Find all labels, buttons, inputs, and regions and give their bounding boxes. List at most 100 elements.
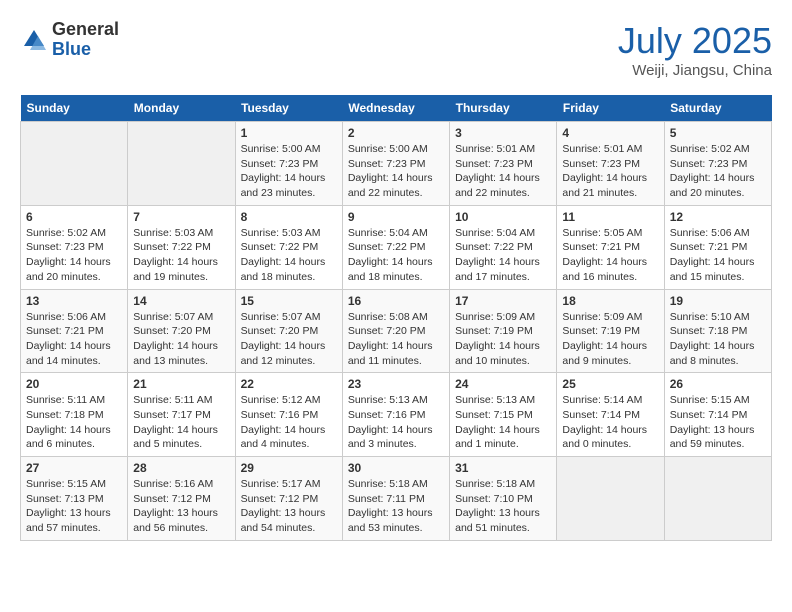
calendar-cell — [557, 457, 664, 541]
day-number: 16 — [348, 294, 444, 308]
day-detail: Sunrise: 5:01 AM Sunset: 7:23 PM Dayligh… — [455, 142, 551, 201]
calendar-week-row: 27 Sunrise: 5:15 AM Sunset: 7:13 PM Dayli… — [21, 457, 772, 541]
day-detail: Sunrise: 5:03 AM Sunset: 7:22 PM Dayligh… — [241, 226, 337, 285]
day-number: 29 — [241, 461, 337, 475]
day-detail: Sunrise: 5:08 AM Sunset: 7:20 PM Dayligh… — [348, 310, 444, 369]
calendar-cell — [128, 122, 235, 206]
day-number: 20 — [26, 377, 122, 391]
day-detail: Sunrise: 5:02 AM Sunset: 7:23 PM Dayligh… — [26, 226, 122, 285]
calendar-cell: 16 Sunrise: 5:08 AM Sunset: 7:20 PM Dayli… — [342, 289, 449, 373]
day-detail: Sunrise: 5:18 AM Sunset: 7:10 PM Dayligh… — [455, 477, 551, 536]
calendar-week-row: 1 Sunrise: 5:00 AM Sunset: 7:23 PM Daylig… — [21, 122, 772, 206]
calendar-cell: 26 Sunrise: 5:15 AM Sunset: 7:14 PM Dayli… — [664, 373, 771, 457]
day-number: 28 — [133, 461, 229, 475]
day-number: 23 — [348, 377, 444, 391]
day-number: 27 — [26, 461, 122, 475]
logo-icon — [20, 26, 48, 54]
calendar-cell: 19Sunrise: 5:10 AM Sunset: 7:18 PM Dayli… — [664, 289, 771, 373]
day-number: 3 — [455, 126, 551, 140]
calendar-cell: 5 Sunrise: 5:02 AM Sunset: 7:23 PM Daylig… — [664, 122, 771, 206]
day-detail: Sunrise: 5:18 AM Sunset: 7:11 PM Dayligh… — [348, 477, 444, 536]
day-number: 25 — [562, 377, 658, 391]
calendar-cell: 9Sunrise: 5:04 AM Sunset: 7:22 PM Daylig… — [342, 205, 449, 289]
calendar-cell: 4 Sunrise: 5:01 AM Sunset: 7:23 PM Daylig… — [557, 122, 664, 206]
logo-text: General Blue — [52, 20, 119, 60]
day-number: 5 — [670, 126, 766, 140]
day-number: 30 — [348, 461, 444, 475]
weekday-header: Tuesday — [235, 95, 342, 122]
day-number: 4 — [562, 126, 658, 140]
calendar-table: SundayMondayTuesdayWednesdayThursdayFrid… — [20, 95, 772, 541]
day-number: 15 — [241, 294, 337, 308]
calendar-cell: 3 Sunrise: 5:01 AM Sunset: 7:23 PM Daylig… — [450, 122, 557, 206]
calendar-cell: 2Sunrise: 5:00 AM Sunset: 7:23 PM Daylig… — [342, 122, 449, 206]
day-detail: Sunrise: 5:17 AM Sunset: 7:12 PM Dayligh… — [241, 477, 337, 536]
weekday-header: Wednesday — [342, 95, 449, 122]
day-detail: Sunrise: 5:02 AM Sunset: 7:23 PM Dayligh… — [670, 142, 766, 201]
calendar-cell: 22 Sunrise: 5:12 AM Sunset: 7:16 PM Dayli… — [235, 373, 342, 457]
calendar-cell: 11 Sunrise: 5:05 AM Sunset: 7:21 PM Dayli… — [557, 205, 664, 289]
day-number: 19 — [670, 294, 766, 308]
day-detail: Sunrise: 5:13 AM Sunset: 7:15 PM Dayligh… — [455, 393, 551, 452]
day-number: 21 — [133, 377, 229, 391]
day-detail: Sunrise: 5:00 AM Sunset: 7:23 PM Dayligh… — [241, 142, 337, 201]
day-detail: Sunrise: 5:03 AM Sunset: 7:22 PM Dayligh… — [133, 226, 229, 285]
day-number: 7 — [133, 210, 229, 224]
calendar-cell: 20 Sunrise: 5:11 AM Sunset: 7:18 PM Dayli… — [21, 373, 128, 457]
day-detail: Sunrise: 5:12 AM Sunset: 7:16 PM Dayligh… — [241, 393, 337, 452]
page-header: General Blue July 2025 Weiji, Jiangsu, C… — [20, 20, 772, 79]
weekday-header: Friday — [557, 95, 664, 122]
day-detail: Sunrise: 5:09 AM Sunset: 7:19 PM Dayligh… — [562, 310, 658, 369]
day-number: 6 — [26, 210, 122, 224]
day-number: 22 — [241, 377, 337, 391]
day-detail: Sunrise: 5:06 AM Sunset: 7:21 PM Dayligh… — [26, 310, 122, 369]
day-detail: Sunrise: 5:05 AM Sunset: 7:21 PM Dayligh… — [562, 226, 658, 285]
weekday-header: Sunday — [21, 95, 128, 122]
calendar-cell — [21, 122, 128, 206]
calendar-cell: 10Sunrise: 5:04 AM Sunset: 7:22 PM Dayli… — [450, 205, 557, 289]
calendar-cell: 12 Sunrise: 5:06 AM Sunset: 7:21 PM Dayli… — [664, 205, 771, 289]
day-detail: Sunrise: 5:06 AM Sunset: 7:21 PM Dayligh… — [670, 226, 766, 285]
weekday-header: Thursday — [450, 95, 557, 122]
day-number: 11 — [562, 210, 658, 224]
day-detail: Sunrise: 5:01 AM Sunset: 7:23 PM Dayligh… — [562, 142, 658, 201]
calendar-cell: 28 Sunrise: 5:16 AM Sunset: 7:12 PM Dayli… — [128, 457, 235, 541]
day-number: 26 — [670, 377, 766, 391]
calendar-cell: 1 Sunrise: 5:00 AM Sunset: 7:23 PM Daylig… — [235, 122, 342, 206]
day-detail: Sunrise: 5:14 AM Sunset: 7:14 PM Dayligh… — [562, 393, 658, 452]
month-title: July 2025 — [618, 20, 772, 62]
calendar-week-row: 20 Sunrise: 5:11 AM Sunset: 7:18 PM Dayli… — [21, 373, 772, 457]
day-detail: Sunrise: 5:11 AM Sunset: 7:17 PM Dayligh… — [133, 393, 229, 452]
calendar-cell: 6 Sunrise: 5:02 AM Sunset: 7:23 PM Daylig… — [21, 205, 128, 289]
calendar-cell: 23Sunrise: 5:13 AM Sunset: 7:16 PM Dayli… — [342, 373, 449, 457]
day-number: 12 — [670, 210, 766, 224]
day-detail: Sunrise: 5:11 AM Sunset: 7:18 PM Dayligh… — [26, 393, 122, 452]
day-number: 24 — [455, 377, 551, 391]
calendar-cell: 31 Sunrise: 5:18 AM Sunset: 7:10 PM Dayli… — [450, 457, 557, 541]
calendar-cell: 17 Sunrise: 5:09 AM Sunset: 7:19 PM Dayli… — [450, 289, 557, 373]
calendar-cell: 7 Sunrise: 5:03 AM Sunset: 7:22 PM Daylig… — [128, 205, 235, 289]
day-number: 13 — [26, 294, 122, 308]
calendar-cell — [664, 457, 771, 541]
day-detail: Sunrise: 5:04 AM Sunset: 7:22 PM Dayligh… — [455, 226, 551, 285]
day-detail: Sunrise: 5:09 AM Sunset: 7:19 PM Dayligh… — [455, 310, 551, 369]
calendar-week-row: 6 Sunrise: 5:02 AM Sunset: 7:23 PM Daylig… — [21, 205, 772, 289]
day-number: 9 — [348, 210, 444, 224]
calendar-cell: 13 Sunrise: 5:06 AM Sunset: 7:21 PM Dayli… — [21, 289, 128, 373]
day-detail: Sunrise: 5:07 AM Sunset: 7:20 PM Dayligh… — [133, 310, 229, 369]
calendar-cell: 21 Sunrise: 5:11 AM Sunset: 7:17 PM Dayli… — [128, 373, 235, 457]
logo-blue: Blue — [52, 40, 119, 60]
calendar-cell: 27 Sunrise: 5:15 AM Sunset: 7:13 PM Dayli… — [21, 457, 128, 541]
day-detail: Sunrise: 5:15 AM Sunset: 7:13 PM Dayligh… — [26, 477, 122, 536]
title-block: July 2025 Weiji, Jiangsu, China — [618, 20, 772, 79]
logo: General Blue — [20, 20, 119, 60]
day-number: 31 — [455, 461, 551, 475]
calendar-cell: 18Sunrise: 5:09 AM Sunset: 7:19 PM Dayli… — [557, 289, 664, 373]
day-detail: Sunrise: 5:16 AM Sunset: 7:12 PM Dayligh… — [133, 477, 229, 536]
day-number: 8 — [241, 210, 337, 224]
day-number: 17 — [455, 294, 551, 308]
weekday-header-row: SundayMondayTuesdayWednesdayThursdayFrid… — [21, 95, 772, 122]
day-number: 1 — [241, 126, 337, 140]
weekday-header: Monday — [128, 95, 235, 122]
day-detail: Sunrise: 5:15 AM Sunset: 7:14 PM Dayligh… — [670, 393, 766, 452]
